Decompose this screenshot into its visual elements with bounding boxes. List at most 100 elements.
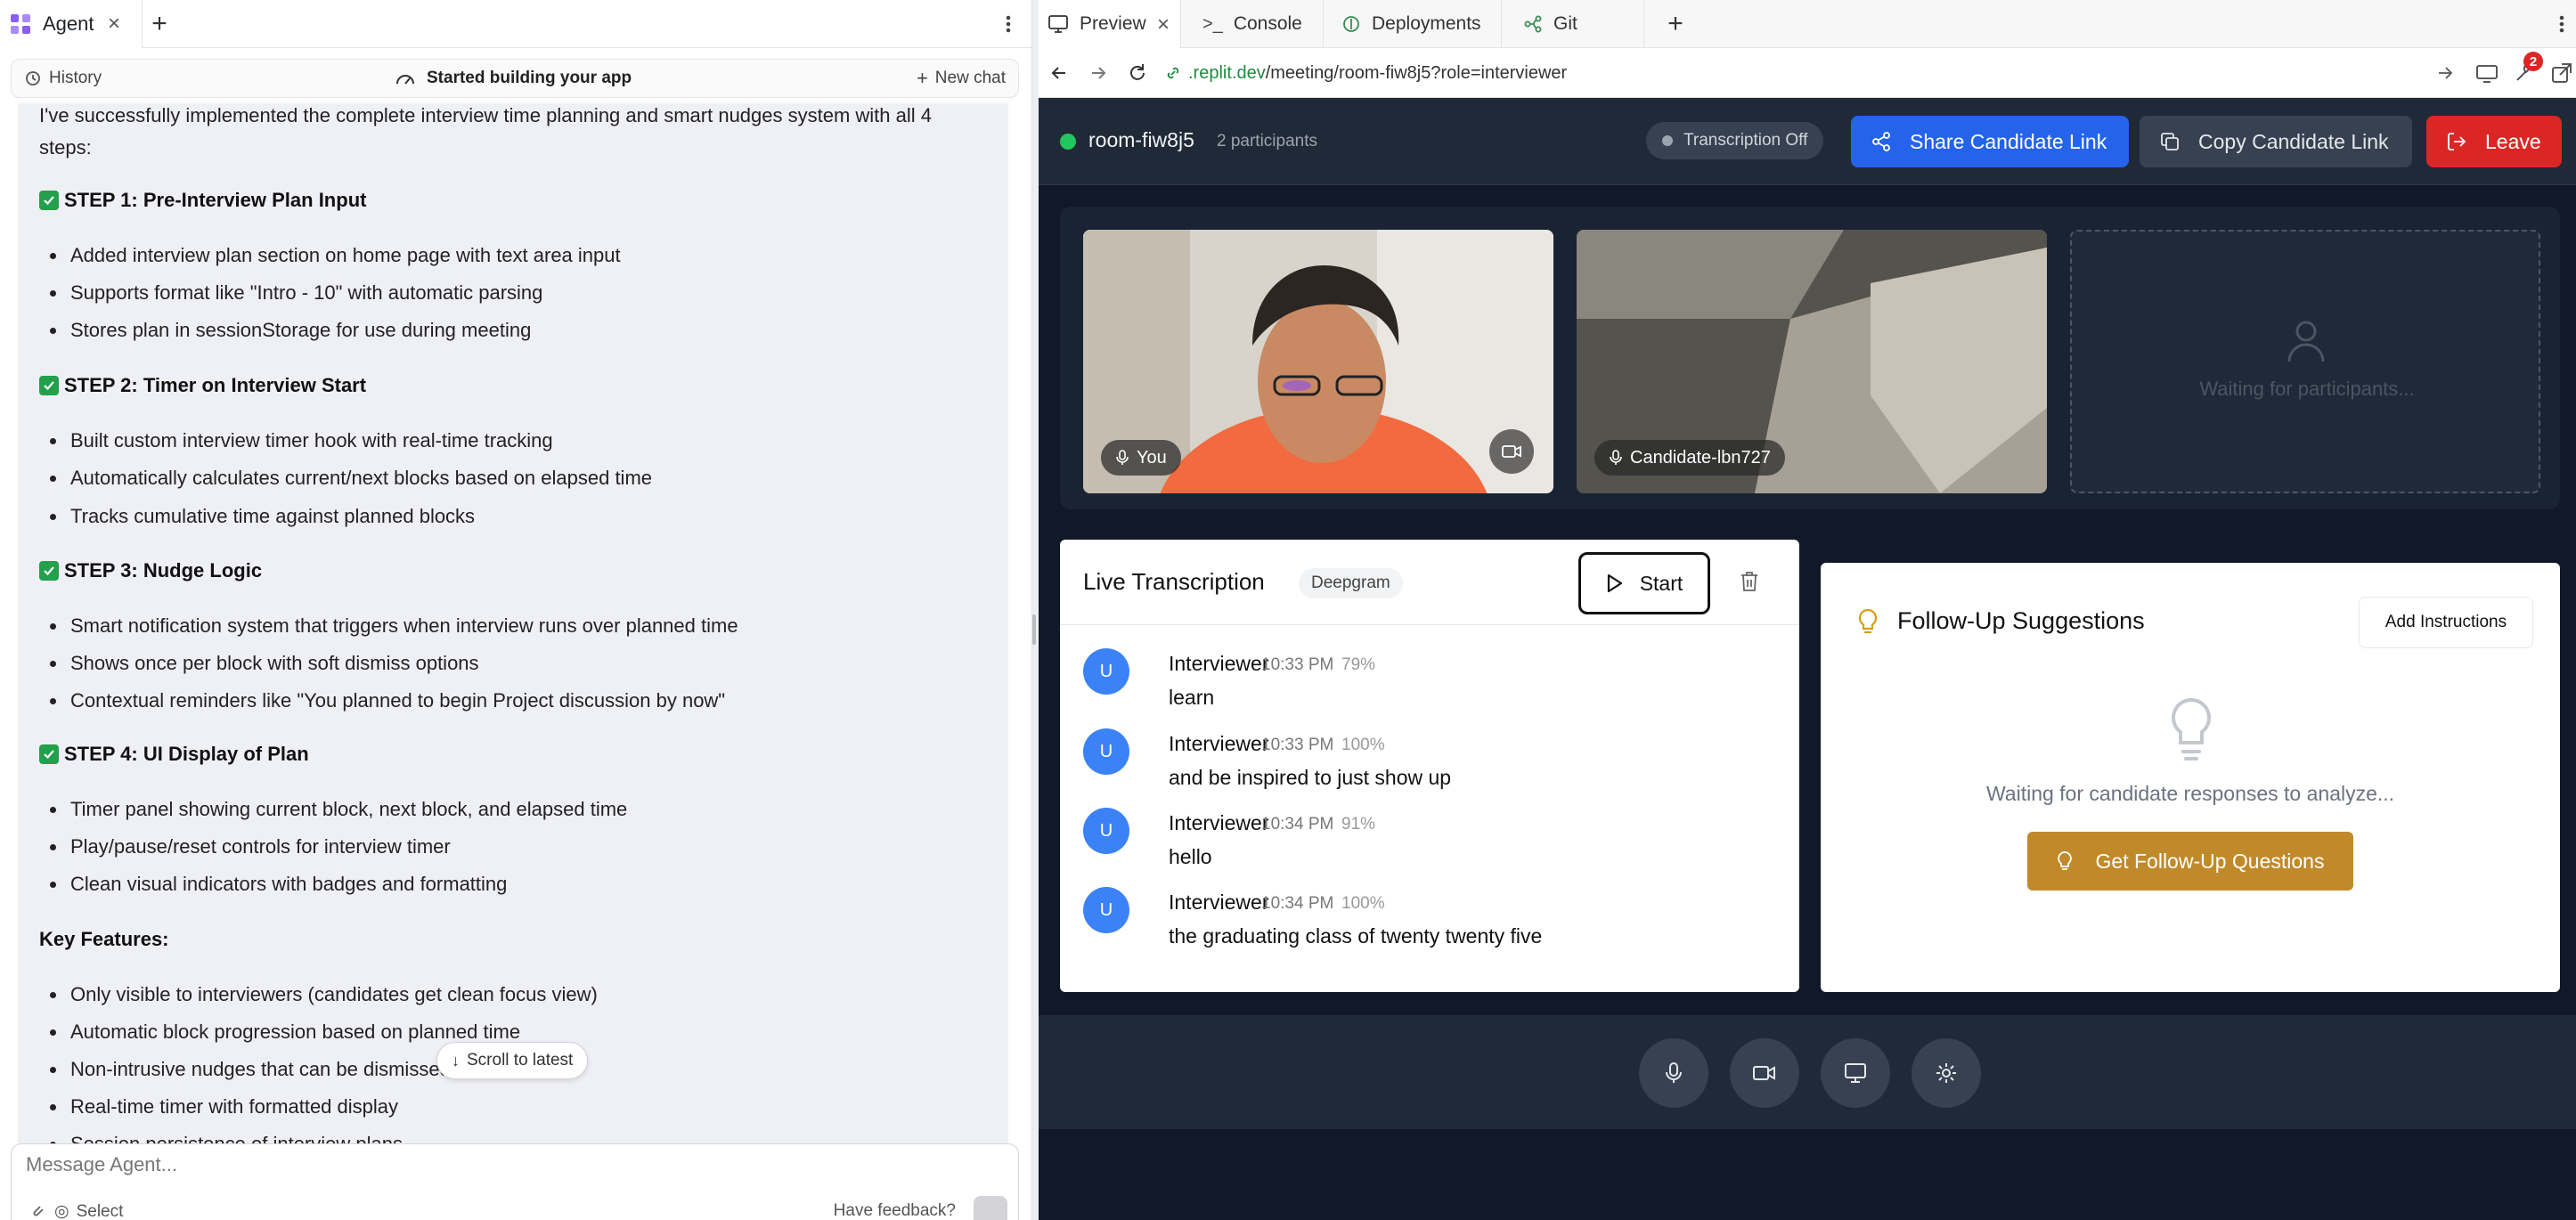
live-transcription-header: Live Transcription Deepgram Start — [1060, 540, 1799, 625]
timestamp: 10:33 PM — [1261, 655, 1334, 674]
agent-subbar: History Started building your app + New … — [11, 59, 1019, 98]
start-transcription-button[interactable]: Start — [1578, 552, 1710, 614]
arrow-down-icon: ↓ — [452, 1051, 460, 1070]
list-item: Contextual reminders like "You planned t… — [50, 689, 725, 712]
start-label: Start — [1639, 571, 1683, 595]
list-item: Automatically calculates current/next bl… — [50, 467, 652, 490]
screen-share-button[interactable] — [1821, 1038, 1890, 1108]
lightbulb-placeholder-icon — [2172, 697, 2211, 760]
mic-icon — [1666, 1062, 1682, 1083]
video-camera-icon — [1502, 445, 1521, 458]
feedback-link[interactable]: Have feedback? — [834, 1201, 956, 1220]
tab-git[interactable]: Git — [1502, 0, 1644, 48]
new-tab-plus-icon[interactable]: + — [146, 11, 173, 37]
step-heading: STEP 3: Nudge Logic — [39, 559, 262, 582]
send-button[interactable] — [974, 1196, 1007, 1220]
kebab-menu-icon[interactable] — [2556, 11, 2567, 37]
transcript-entry: U Interviewer 10:34 PM 100% the graduati… — [1083, 887, 1778, 967]
check-icon — [39, 744, 59, 764]
add-instructions-button[interactable]: Add Instructions — [2359, 597, 2533, 648]
follow-up-suggestions-panel: Follow-Up Suggestions Add Instructions W… — [1821, 563, 2560, 992]
list-item-text: Supports format like "Intro - 10" with a… — [70, 281, 543, 304]
transcript-entry: U Interviewer 10:33 PM 100% and be inspi… — [1083, 728, 1778, 809]
status-dot — [1662, 135, 1673, 146]
scroll-to-latest-label: Scroll to latest — [467, 1051, 574, 1070]
transcript-entry: U Interviewer 10:34 PM 91% hello — [1083, 808, 1778, 888]
open-new-window-icon[interactable] — [2549, 61, 2574, 85]
get-follow-up-questions-button[interactable]: Get Follow-Up Questions — [2027, 832, 2353, 891]
gear-icon — [1936, 1063, 1956, 1083]
devtools-icon[interactable] — [2474, 61, 2499, 85]
transcription-status-label: Transcription Off — [1683, 131, 1808, 150]
pane-divider[interactable] — [1031, 0, 1039, 1220]
divider-grip[interactable] — [1032, 614, 1036, 645]
select-label: Select — [76, 1201, 124, 1220]
copy-candidate-link-button[interactable]: Copy Candidate Link — [2140, 116, 2412, 167]
list-item-text: Stores plan in sessionStorage for use du… — [70, 319, 532, 341]
gauge-icon — [396, 75, 414, 85]
participant-name: You — [1137, 447, 1167, 468]
close-icon[interactable]: × — [1157, 12, 1170, 37]
logout-icon — [2448, 133, 2466, 150]
list-item: Shows once per block with soft dismiss o… — [50, 652, 479, 675]
copy-candidate-link-label: Copy Candidate Link — [2198, 129, 2389, 153]
go-arrow-icon[interactable] — [2435, 62, 2455, 84]
tab-console[interactable]: >_ Console — [1181, 0, 1324, 48]
timestamp: 10:34 PM — [1261, 815, 1334, 834]
camera-button[interactable] — [1730, 1038, 1799, 1108]
confidence: 100% — [1341, 894, 1385, 913]
kebab-menu-icon[interactable] — [998, 11, 1019, 37]
scroll-to-latest-button[interactable]: ↓ Scroll to latest — [436, 1042, 589, 1079]
tab-preview[interactable]: Preview × — [1039, 0, 1181, 48]
leave-label: Leave — [2485, 129, 2541, 153]
tab-deployments[interactable]: Deployments — [1324, 0, 1502, 48]
list-item: Clean visual indicators with badges and … — [50, 873, 507, 896]
new-tab-plus-icon[interactable]: + — [1662, 11, 1689, 37]
confidence: 91% — [1341, 815, 1376, 834]
forward-arrow-icon[interactable] — [1087, 61, 1110, 85]
list-item: Stores plan in sessionStorage for use du… — [50, 319, 531, 342]
tab-git-label: Git — [1553, 13, 1577, 34]
select-button[interactable]: ◎ Select — [54, 1201, 123, 1220]
deploy-icon — [1343, 16, 1359, 32]
leave-button[interactable]: Leave — [2426, 116, 2562, 167]
build-status: Started building your app — [395, 60, 632, 97]
list-item-text: Play/pause/reset controls for interview … — [70, 835, 451, 858]
list-item-text: Clean visual indicators with badges and … — [70, 873, 508, 895]
provider-badge: Deepgram — [1299, 568, 1403, 598]
list-item: Play/pause/reset controls for interview … — [50, 835, 451, 858]
new-chat-button[interactable]: + New chat — [917, 60, 1006, 97]
tab-agent[interactable]: Agent × — [0, 0, 143, 48]
share-candidate-link-button[interactable]: Share Candidate Link — [1851, 116, 2129, 167]
key-features-title: Key Features: — [39, 928, 169, 950]
settings-button[interactable] — [1912, 1038, 1981, 1108]
build-status-label: Started building your app — [427, 69, 632, 87]
step-title: STEP 3: Nudge Logic — [64, 559, 263, 582]
tab-preview-label: Preview — [1080, 13, 1146, 34]
address-bar: .replit.dev/meeting/room-fiw8j5?role=int… — [1039, 48, 2576, 98]
list-item-text: Real-time timer with formatted display — [70, 1095, 399, 1118]
camera-toggle-button[interactable] — [1489, 429, 1534, 474]
live-transcription-title: Live Transcription — [1083, 568, 1265, 595]
new-chat-label: New chat — [934, 69, 1006, 87]
list-item-text: Timer panel showing current block, next … — [70, 798, 628, 820]
message-composer[interactable]: Message Agent... ◎ Select Have feedback? — [11, 1143, 1019, 1220]
waiting-for-responses-text: Waiting for candidate responses to analy… — [1985, 782, 2395, 805]
mute-button[interactable] — [1639, 1038, 1708, 1108]
attach-icon[interactable] — [29, 1203, 45, 1219]
trash-icon[interactable] — [1739, 570, 1760, 593]
participant-name: Candidate-lbn727 — [1630, 447, 1771, 468]
monitor-icon — [1048, 15, 1068, 33]
back-arrow-icon[interactable] — [1048, 61, 1071, 85]
video-tile-you[interactable]: You — [1083, 230, 1553, 493]
video-tile-candidate[interactable]: Candidate-lbn727 — [1577, 230, 2047, 493]
history-button[interactable]: History — [24, 60, 102, 97]
transcript-text: hello — [1169, 845, 1212, 868]
url-field[interactable]: .replit.dev/meeting/room-fiw8j5?role=int… — [1165, 57, 2576, 89]
message-input[interactable]: Message Agent... — [26, 1153, 177, 1176]
close-icon[interactable]: × — [108, 13, 129, 35]
avatar: U — [1083, 808, 1129, 854]
reload-icon[interactable] — [1126, 61, 1149, 85]
speaker-name: Interviewer — [1169, 811, 1269, 834]
step-title: STEP 2: Timer on Interview Start — [64, 374, 367, 396]
